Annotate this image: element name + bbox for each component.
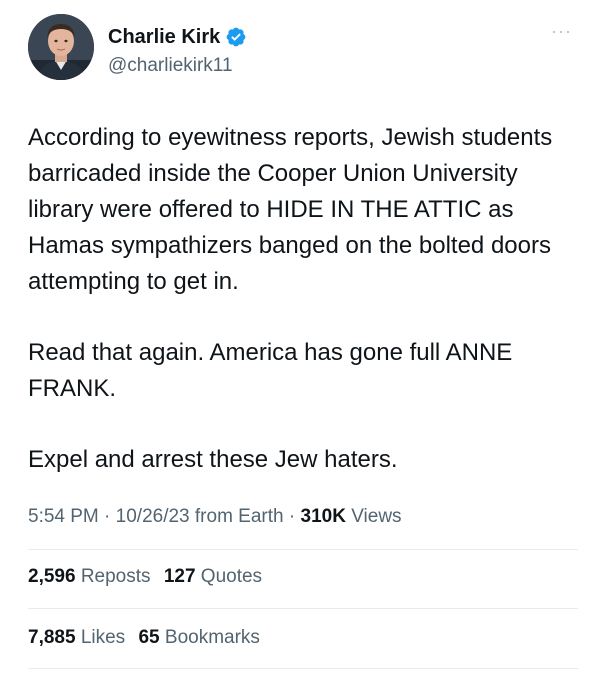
views-count: 310K — [300, 506, 346, 527]
display-name[interactable]: Charlie Kirk — [108, 26, 220, 49]
tweet-time[interactable]: 5:54 PM — [28, 506, 99, 527]
avatar[interactable] — [28, 14, 94, 80]
quotes-count: 127 — [163, 566, 196, 587]
views-label: Views — [351, 506, 402, 527]
display-name-row: Charlie Kirk — [108, 24, 247, 50]
like-bookmark-stats: 7,885 Likes 65 Bookmarks — [28, 627, 268, 649]
tweet-meta: 5:54 PM · 10/26/23 from Earth · 310K Vie… — [28, 506, 402, 528]
likes-count: 7,885 — [28, 627, 76, 648]
tweet-text: According to eyewitness reports, Jewish … — [28, 120, 573, 478]
verified-badge-icon[interactable] — [225, 26, 247, 48]
repost-quote-stats: 2,596 Reposts 127 Quotes — [28, 566, 270, 588]
reposts-label: Reposts — [80, 566, 151, 587]
divider — [28, 668, 578, 669]
tweet-paragraph: According to eyewitness reports, Jewish … — [28, 124, 553, 295]
more-options-icon[interactable]: ··· — [551, 22, 572, 40]
quotes-label: Quotes — [200, 566, 263, 587]
author-names: Charlie Kirk @charliekirk11 — [108, 24, 247, 77]
reposts-stat[interactable]: 2,596 Reposts — [28, 566, 151, 587]
meta-separator: · — [288, 506, 296, 527]
tweet: Charlie Kirk @charliekirk11 ··· Accordin… — [0, 0, 593, 680]
likes-stat[interactable]: 7,885 Likes — [28, 627, 125, 648]
tweet-paragraph: Expel and arrest these Jew haters. — [28, 446, 398, 473]
meta-separator: · — [104, 506, 111, 527]
divider — [28, 608, 578, 609]
bookmarks-stat[interactable]: 65 Bookmarks — [138, 627, 259, 648]
quotes-stat[interactable]: 127 Quotes — [164, 566, 262, 587]
bookmarks-label: Bookmarks — [164, 627, 260, 648]
tweet-header: Charlie Kirk @charliekirk11 ··· — [28, 14, 578, 84]
likes-label: Likes — [80, 627, 126, 648]
divider — [28, 549, 578, 550]
reposts-count: 2,596 — [28, 566, 76, 587]
bookmarks-count: 65 — [138, 627, 160, 648]
author-handle[interactable]: @charliekirk11 — [108, 55, 247, 77]
tweet-source: from Earth — [194, 506, 284, 527]
tweet-paragraph: Read that again. America has gone full A… — [28, 339, 513, 402]
tweet-date[interactable]: 10/26/23 — [116, 506, 190, 527]
